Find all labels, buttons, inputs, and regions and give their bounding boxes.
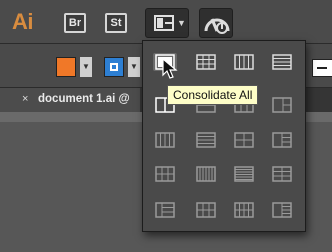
8-up-grid-option[interactable] bbox=[232, 201, 256, 219]
bridge-button[interactable]: Br bbox=[64, 13, 86, 33]
tile-all-in-grid-option[interactable] bbox=[194, 53, 218, 71]
3-up-horizontal-option[interactable] bbox=[270, 96, 294, 114]
gpu-performance-button[interactable] bbox=[199, 8, 233, 38]
fill-color-swatch[interactable] bbox=[56, 57, 76, 77]
stroke-color-swatch[interactable] bbox=[104, 57, 124, 77]
6-up-horizontal-option[interactable] bbox=[232, 165, 256, 183]
pointer-cursor-icon bbox=[162, 57, 178, 80]
app-logo: Ai bbox=[12, 9, 34, 34]
document-tab-title: document 1.ai @ bbox=[38, 93, 130, 105]
arrange-documents-button[interactable]: ▼ bbox=[145, 8, 189, 38]
stock-button[interactable]: St bbox=[105, 13, 127, 33]
4-up-horizontal-option[interactable] bbox=[194, 131, 218, 149]
tile-all-vertically-option[interactable] bbox=[232, 53, 256, 71]
minus-icon bbox=[317, 67, 327, 69]
stroke-weight-field[interactable] bbox=[312, 59, 332, 77]
6-up-stacked-option[interactable] bbox=[270, 165, 294, 183]
4-up-stacked-option[interactable] bbox=[270, 131, 294, 149]
6-up-option[interactable] bbox=[153, 165, 177, 183]
4-up-grid-option[interactable] bbox=[232, 131, 256, 149]
8-up-vertical-option[interactable] bbox=[194, 201, 218, 219]
application-bar: Ai Br St ▼ bbox=[0, 0, 332, 44]
8-up-option[interactable] bbox=[153, 201, 177, 219]
stroke-indicator bbox=[110, 63, 118, 71]
fill-dropdown-chevron-icon[interactable]: ▼ bbox=[80, 57, 92, 77]
4-up-option[interactable] bbox=[153, 131, 177, 149]
gpu-performance-icon bbox=[203, 11, 231, 40]
document-tab[interactable]: × document 1.ai @ bbox=[0, 88, 140, 112]
close-icon[interactable]: × bbox=[22, 93, 28, 105]
6-up-vertical-option[interactable] bbox=[194, 165, 218, 183]
8-up-stacked-option[interactable] bbox=[270, 201, 294, 219]
tile-all-horizontally-option[interactable] bbox=[270, 53, 294, 71]
chevron-down-icon: ▼ bbox=[177, 18, 186, 28]
consolidate-all-tooltip: Consolidate All bbox=[167, 85, 259, 105]
arrange-documents-icon bbox=[154, 15, 174, 36]
stroke-dropdown-chevron-icon[interactable]: ▼ bbox=[128, 57, 140, 77]
